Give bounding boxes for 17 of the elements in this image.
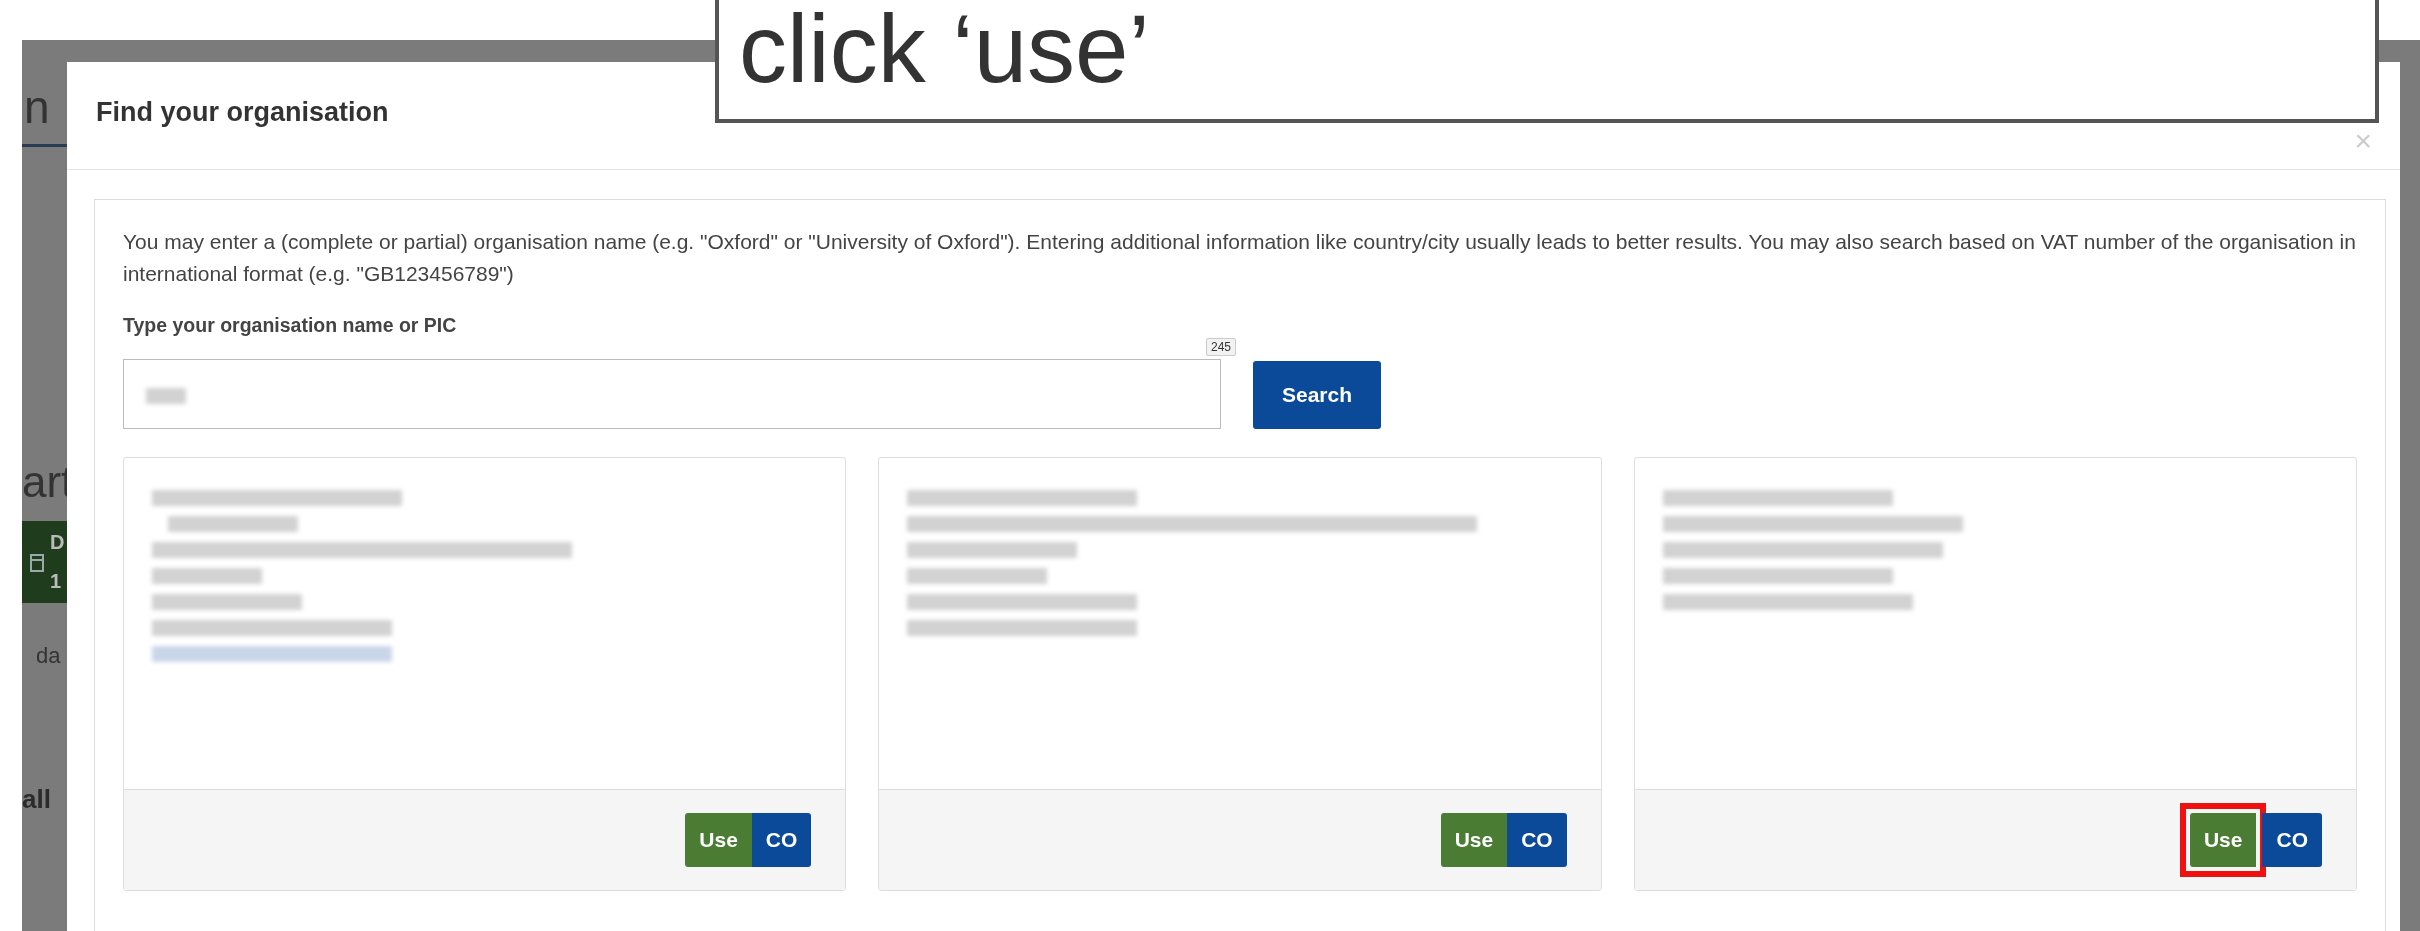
use-button[interactable]: Use — [1440, 813, 1508, 867]
dialog-title: Find your organisation — [96, 97, 389, 128]
tile-value: 1 — [50, 570, 63, 593]
co-button[interactable]: CO — [751, 813, 812, 867]
note-text: da — [35, 643, 61, 669]
blurred-value — [146, 388, 186, 404]
use-button[interactable]: Use — [685, 813, 752, 867]
intro-text: You may enter a (complete or partial) organisation name (e.g. "Oxford" or "University of Oxford"). Entering additional information like country/city usually leads to better results. You may also search based on VAT number of the organisation in international format (e.g. "GB123456789") — [123, 229, 2357, 287]
calendar-icon — [30, 552, 44, 572]
tile-label: D — [50, 531, 65, 554]
co-button[interactable]: CO — [2262, 813, 2322, 867]
character-counter: 245 — [1205, 338, 1236, 356]
search-button[interactable]: Search — [1253, 361, 1381, 429]
co-button[interactable]: CO — [1507, 813, 1567, 867]
field-label: Type your organisation name or PIC — [123, 314, 458, 337]
use-button[interactable]: Use — [2189, 813, 2257, 867]
callout-text: click ‘use’ — [739, 0, 1150, 99]
